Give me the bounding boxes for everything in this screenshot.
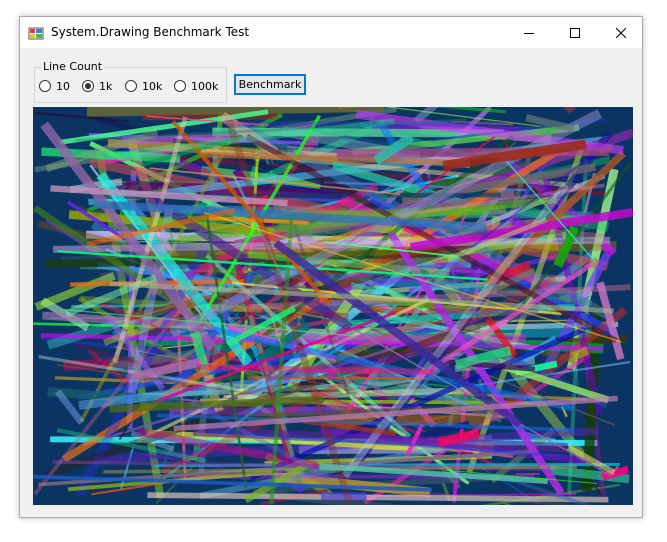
- radio-circle[interactable]: [82, 80, 94, 92]
- drawn-line: [301, 333, 526, 345]
- benchmark-button[interactable]: Benchmark: [234, 74, 306, 95]
- app-icon: [28, 27, 44, 40]
- drawn-line: [571, 346, 590, 361]
- radio-label: 1k: [99, 79, 113, 93]
- title-bar[interactable]: System.Drawing Benchmark Test: [20, 17, 642, 48]
- maximize-button[interactable]: [552, 17, 598, 48]
- line-count-group: Line Count 10 1k 10k 100k: [34, 60, 227, 103]
- drawn-line: [147, 492, 609, 503]
- close-button[interactable]: [598, 17, 644, 48]
- radio-10[interactable]: 10: [39, 79, 70, 93]
- drawn-line: [86, 107, 384, 117]
- radio-1k[interactable]: 1k: [82, 79, 112, 93]
- radio-circle[interactable]: [174, 80, 186, 92]
- line-count-label: Line Count: [41, 60, 105, 73]
- radio-10k[interactable]: 10k: [125, 79, 162, 93]
- radio-100k[interactable]: 100k: [174, 79, 218, 93]
- minimize-icon: [524, 32, 534, 34]
- window-title: System.Drawing Benchmark Test: [51, 25, 250, 39]
- radio-label: 100k: [191, 79, 219, 93]
- app-window: System.Drawing Benchmark Test Line Count…: [19, 16, 643, 518]
- close-icon: [616, 27, 626, 38]
- radio-label: 10: [56, 79, 70, 93]
- radio-circle[interactable]: [125, 80, 137, 92]
- radio-circle[interactable]: [39, 80, 51, 92]
- minimize-button[interactable]: [506, 17, 552, 48]
- radio-label: 10k: [142, 79, 163, 93]
- drawn-line: [563, 107, 577, 114]
- random-lines: [33, 107, 633, 505]
- drawing-canvas: [33, 107, 633, 505]
- maximize-icon: [570, 27, 580, 38]
